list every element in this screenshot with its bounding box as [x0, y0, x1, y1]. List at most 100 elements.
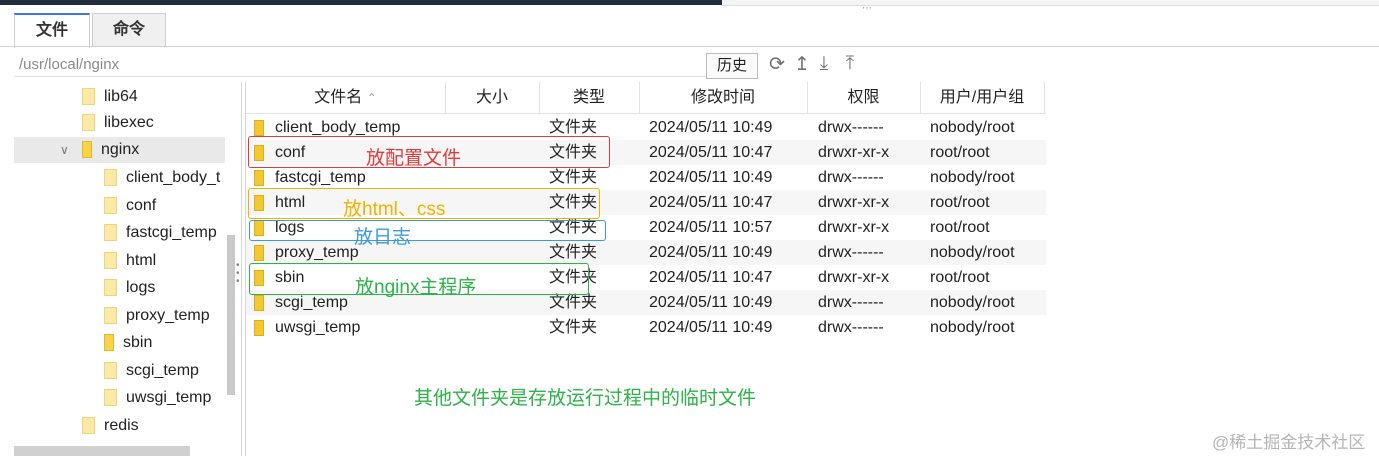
file-mtime: 2024/05/11 10:47 [649, 269, 773, 286]
file-mtime: 2024/05/11 10:47 [649, 144, 773, 161]
column-header-owner[interactable]: 用户/用户组 [920, 82, 1045, 113]
tree-item-label: conf [126, 197, 157, 214]
file-permissions: drwxr-xr-x [818, 144, 890, 161]
file-permissions: drwx------ [818, 119, 884, 136]
tree-item-nginx[interactable]: ∨ nginx [14, 137, 225, 163]
tree-item-uwsgi-temp[interactable]: uwsgi_temp [104, 385, 211, 411]
refresh-icon[interactable]: ⟳ [766, 53, 788, 76]
file-permissions: drwx------ [818, 169, 884, 186]
column-header-name[interactable]: 文件名 ⌃ [246, 82, 446, 113]
tree-item-lib64[interactable]: lib64 [82, 84, 138, 110]
folder-icon [104, 197, 117, 215]
file-mtime: 2024/05/11 10:49 [649, 169, 773, 186]
folder-icon [254, 169, 264, 186]
file-owner: nobody/root [930, 319, 1015, 336]
window-top-bar-right [722, 0, 1379, 6]
tree-item-label: uwsgi_temp [126, 389, 212, 406]
folder-icon [104, 224, 117, 242]
file-permissions: drwxr-xr-x [818, 219, 890, 236]
file-permissions: drwx------ [818, 244, 884, 261]
tree-item-label: sbin [123, 334, 153, 351]
splitter-handle[interactable]: • • • [236, 261, 240, 287]
download-icon[interactable]: ⤓ [813, 53, 835, 75]
tree-item-label: client_body_t [126, 169, 221, 186]
folder-icon [254, 294, 264, 311]
file-owner: root/root [930, 219, 990, 236]
chevron-down-icon[interactable]: ∨ [60, 137, 69, 163]
table-header: 文件名 ⌃ 大小 类型 修改时间 权限 用户/用户组 [246, 82, 1046, 114]
history-button[interactable]: 历史 [706, 53, 758, 79]
window-top-bar [0, 0, 722, 5]
annotation-other-folders: 其他文件夹是存放运行过程中的临时文件 [414, 388, 757, 409]
file-mtime: 2024/05/11 10:49 [649, 119, 773, 136]
file-type: 文件夹 [549, 244, 598, 261]
file-owner: nobody/root [930, 294, 1015, 311]
folder-icon [82, 88, 95, 106]
column-header-size[interactable]: 大小 [445, 82, 540, 113]
up-icon[interactable]: ↥ [791, 53, 813, 76]
file-name: proxy_temp [275, 244, 359, 261]
tree-item-label: libexec [104, 114, 154, 131]
file-mtime: 2024/05/11 10:49 [649, 319, 773, 336]
tree-item-scgi-temp[interactable]: scgi_temp [104, 358, 199, 384]
file-mtime: 2024/05/11 10:47 [649, 194, 773, 211]
tree-vertical-scrollbar[interactable] [227, 235, 235, 395]
tree-item-libexec[interactable]: libexec [82, 110, 154, 136]
annotation-logs: 放日志 [354, 227, 412, 248]
tree-item-sbin[interactable]: sbin [104, 330, 152, 356]
tree-item-fastcgi-temp[interactable]: fastcgi_temp [104, 220, 217, 246]
annotation-box-logs [249, 220, 606, 241]
tree-item-label: nginx [101, 141, 140, 158]
tree-item-conf[interactable]: conf [104, 193, 156, 219]
tree-item-logs[interactable]: logs [104, 275, 155, 301]
tab-divider [0, 46, 1379, 47]
file-permissions: drwx------ [818, 294, 884, 311]
watermark: @稀土掘金技术社区 [1212, 433, 1366, 452]
folder-icon [82, 114, 95, 132]
directory-tree: lib64 libexec ∨ nginx client_body_t conf… [14, 82, 242, 456]
folder-icon [254, 319, 264, 336]
drag-grip-icon[interactable]: ⋯ [862, 3, 873, 14]
sort-ascending-icon: ⌃ [366, 91, 377, 105]
folder-icon [104, 252, 117, 270]
folder-icon [104, 362, 117, 380]
annotation-conf: 放配置文件 [366, 148, 462, 169]
tree-item-label: scgi_temp [126, 362, 199, 379]
tree-horizontal-scrollbar[interactable] [14, 446, 190, 456]
tree-item-label: redis [104, 417, 139, 434]
folder-icon [104, 279, 117, 297]
file-owner: root/root [930, 194, 990, 211]
folder-icon [104, 334, 114, 352]
file-owner: nobody/root [930, 119, 1015, 136]
column-header-mtime[interactable]: 修改时间 [639, 82, 808, 113]
file-owner: root/root [930, 144, 990, 161]
file-owner: nobody/root [930, 244, 1015, 261]
file-permissions: drwxr-xr-x [818, 194, 890, 211]
folder-icon [104, 389, 117, 407]
file-type: 文件夹 [549, 169, 598, 186]
column-header-permissions[interactable]: 权限 [807, 82, 921, 113]
tree-item-label: logs [126, 279, 156, 296]
upload-icon[interactable]: ⤒ [839, 53, 861, 75]
tree-item-label: lib64 [104, 88, 138, 105]
column-header-type[interactable]: 类型 [539, 82, 640, 113]
annotation-sbin: 放nginx主程序 [355, 277, 477, 298]
file-permissions: drwx------ [818, 319, 884, 336]
tree-item-label: html [126, 252, 157, 269]
file-mtime: 2024/05/11 10:49 [649, 244, 773, 261]
file-permissions: drwxr-xr-x [818, 269, 890, 286]
path-input[interactable]: /usr/local/nginx [14, 54, 709, 77]
folder-icon [104, 169, 117, 187]
tab-files[interactable]: 文件 [14, 13, 90, 48]
tab-commands[interactable]: 命令 [92, 13, 166, 46]
folder-icon [82, 417, 95, 435]
tree-item-client-body-temp[interactable]: client_body_t [104, 165, 220, 191]
tree-item-proxy-temp[interactable]: proxy_temp [104, 303, 210, 329]
table-row[interactable]: uwsgi_temp 文件夹 2024/05/11 10:49 drwx----… [246, 315, 1046, 340]
folder-icon [254, 244, 264, 261]
tree-item-redis[interactable]: redis [82, 413, 139, 439]
folder-icon [254, 119, 264, 136]
tree-item-label: proxy_temp [126, 307, 210, 324]
tree-item-label: fastcgi_temp [126, 224, 217, 241]
tree-item-html[interactable]: html [104, 248, 156, 274]
